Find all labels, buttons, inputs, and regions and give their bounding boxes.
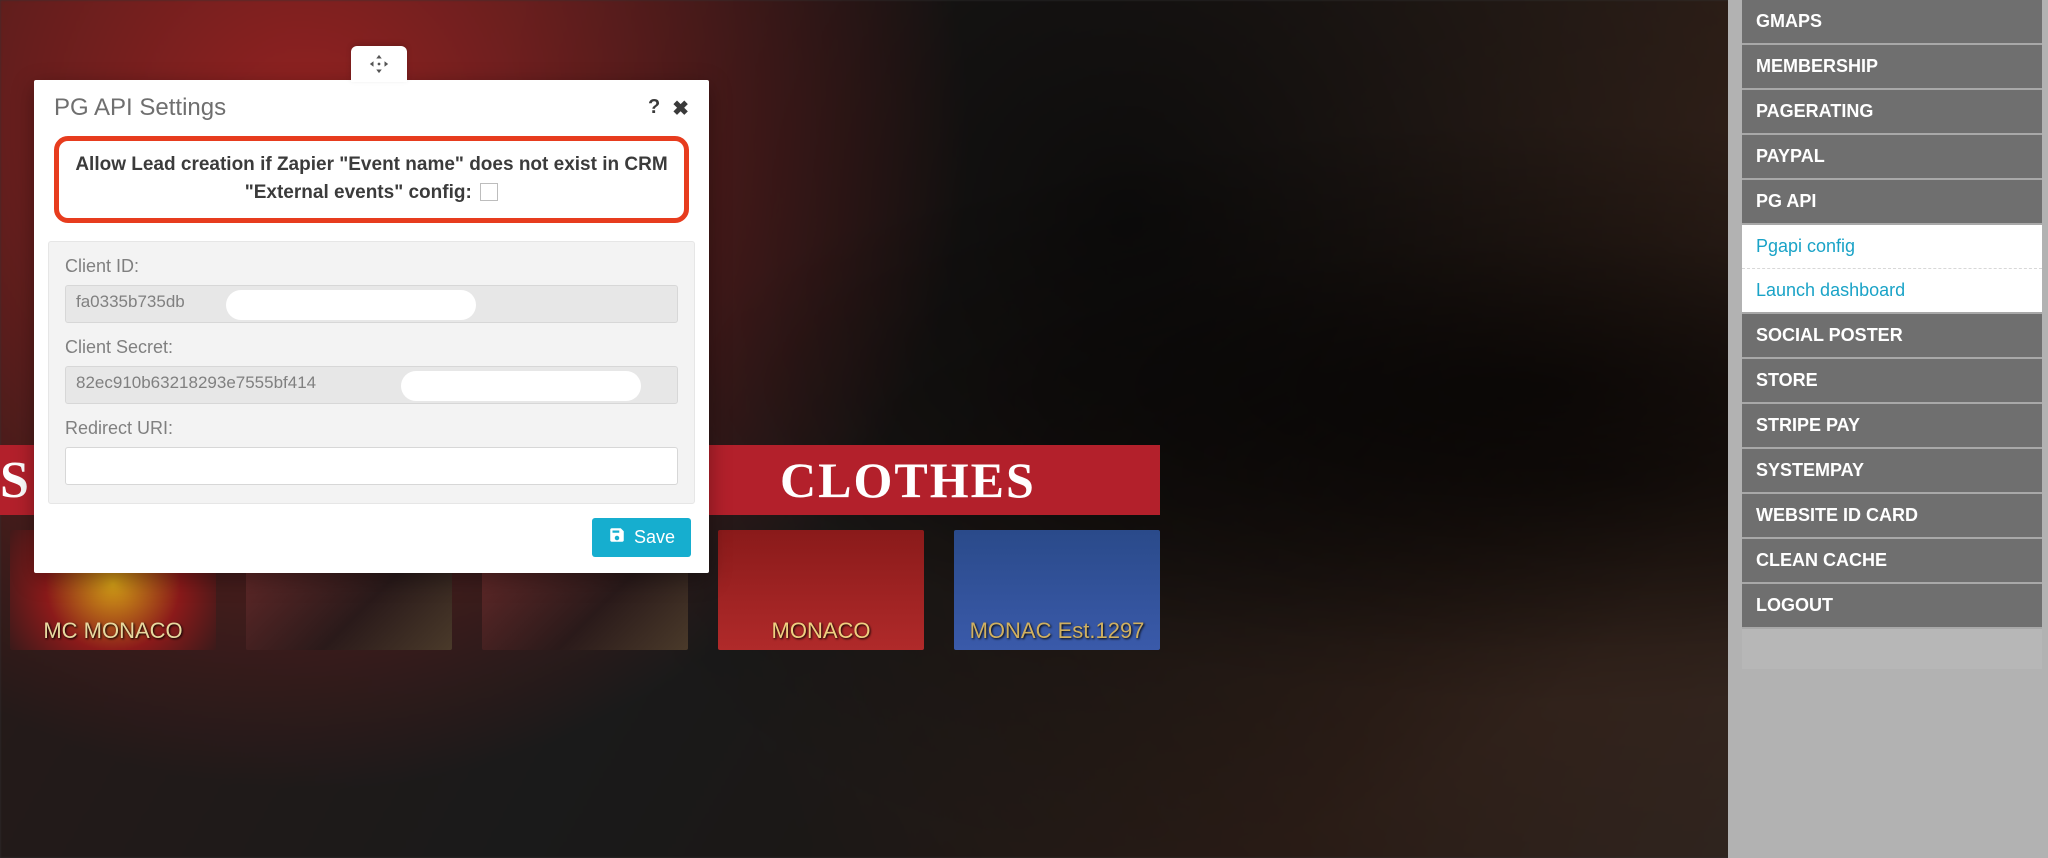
sidebar-sub-pgapi-config[interactable]: Pgapi config (1742, 225, 2042, 269)
move-icon (368, 53, 390, 75)
save-button[interactable]: Save (592, 518, 691, 557)
thumbnail-5: MONAC Est.1297 (954, 530, 1160, 650)
sidebar-item-clean-cache[interactable]: CLEAN CACHE (1742, 539, 2042, 584)
sidebar-item-website-id-card[interactable]: WEBSITE ID CARD (1742, 494, 2042, 539)
sidebar-item-gmaps[interactable]: GMAPS (1742, 0, 2042, 45)
save-button-label: Save (634, 527, 675, 548)
highlighted-setting-label: Allow Lead creation if Zapier "Event nam… (75, 154, 667, 203)
client-id-label: Client ID: (65, 256, 678, 277)
thumbnail-label: MONAC Est.1297 (970, 618, 1145, 644)
sidebar-item-logout[interactable]: LOGOUT (1742, 584, 2042, 629)
modal-header: PG API Settings ? ✖ (34, 80, 709, 130)
sidebar-item-systempay[interactable]: SYSTEMPAY (1742, 449, 2042, 494)
thumbnail-4: MONACO (718, 530, 924, 650)
highlighted-setting: Allow Lead creation if Zapier "Event nam… (54, 136, 689, 223)
client-secret-field[interactable]: 82ec910b63218293e7555bf414 (65, 366, 678, 404)
client-secret-label: Client Secret: (65, 337, 678, 358)
sidebar-item-social-poster[interactable]: SOCIAL POSTER (1742, 314, 2042, 359)
thumbnail-label: MC MONACO (43, 618, 182, 644)
banner-title: CLOTHES (780, 451, 1036, 509)
redirect-uri-label: Redirect URI: (65, 418, 678, 439)
close-icon[interactable]: ✖ (672, 96, 689, 121)
save-icon (608, 526, 626, 549)
sidebar-item-store[interactable]: STORE (1742, 359, 2042, 404)
client-id-field[interactable]: fa0335b735db (65, 285, 678, 323)
sidebar-item-pg-api[interactable]: PG API (1742, 180, 2042, 225)
redirect-uri-field[interactable] (65, 447, 678, 485)
sidebar-item-pagerating[interactable]: PAGERATING (1742, 90, 2042, 135)
sidebar-item-paypal[interactable]: PAYPAL (1742, 135, 2042, 180)
client-id-value: fa0335b735db (76, 292, 185, 311)
help-icon[interactable]: ? (648, 96, 660, 121)
redaction-mask (226, 290, 476, 320)
modal-title: PG API Settings (54, 94, 226, 122)
admin-sidebar: GMAPS MEMBERSHIP PAGERATING PAYPAL PG AP… (1742, 0, 2042, 669)
zapier-allow-lead-checkbox[interactable] (480, 183, 498, 201)
pg-api-settings-modal: PG API Settings ? ✖ Allow Lead creation … (34, 80, 709, 573)
sidebar-sub-launch-dashboard[interactable]: Launch dashboard (1742, 269, 2042, 314)
client-secret-value: 82ec910b63218293e7555bf414 (76, 373, 316, 392)
modal-footer: Save (34, 518, 709, 573)
modal-header-icons: ? ✖ (648, 96, 689, 121)
thumbnail-label: MONACO (772, 618, 871, 644)
modal-drag-handle[interactable] (351, 46, 407, 82)
sidebar-item-stripe-pay[interactable]: STRIPE PAY (1742, 404, 2042, 449)
redaction-mask (401, 371, 641, 401)
credentials-panel: Client ID: fa0335b735db Client Secret: 8… (48, 241, 695, 504)
sidebar-spacer (1742, 629, 2042, 669)
sidebar-item-membership[interactable]: MEMBERSHIP (1742, 45, 2042, 90)
